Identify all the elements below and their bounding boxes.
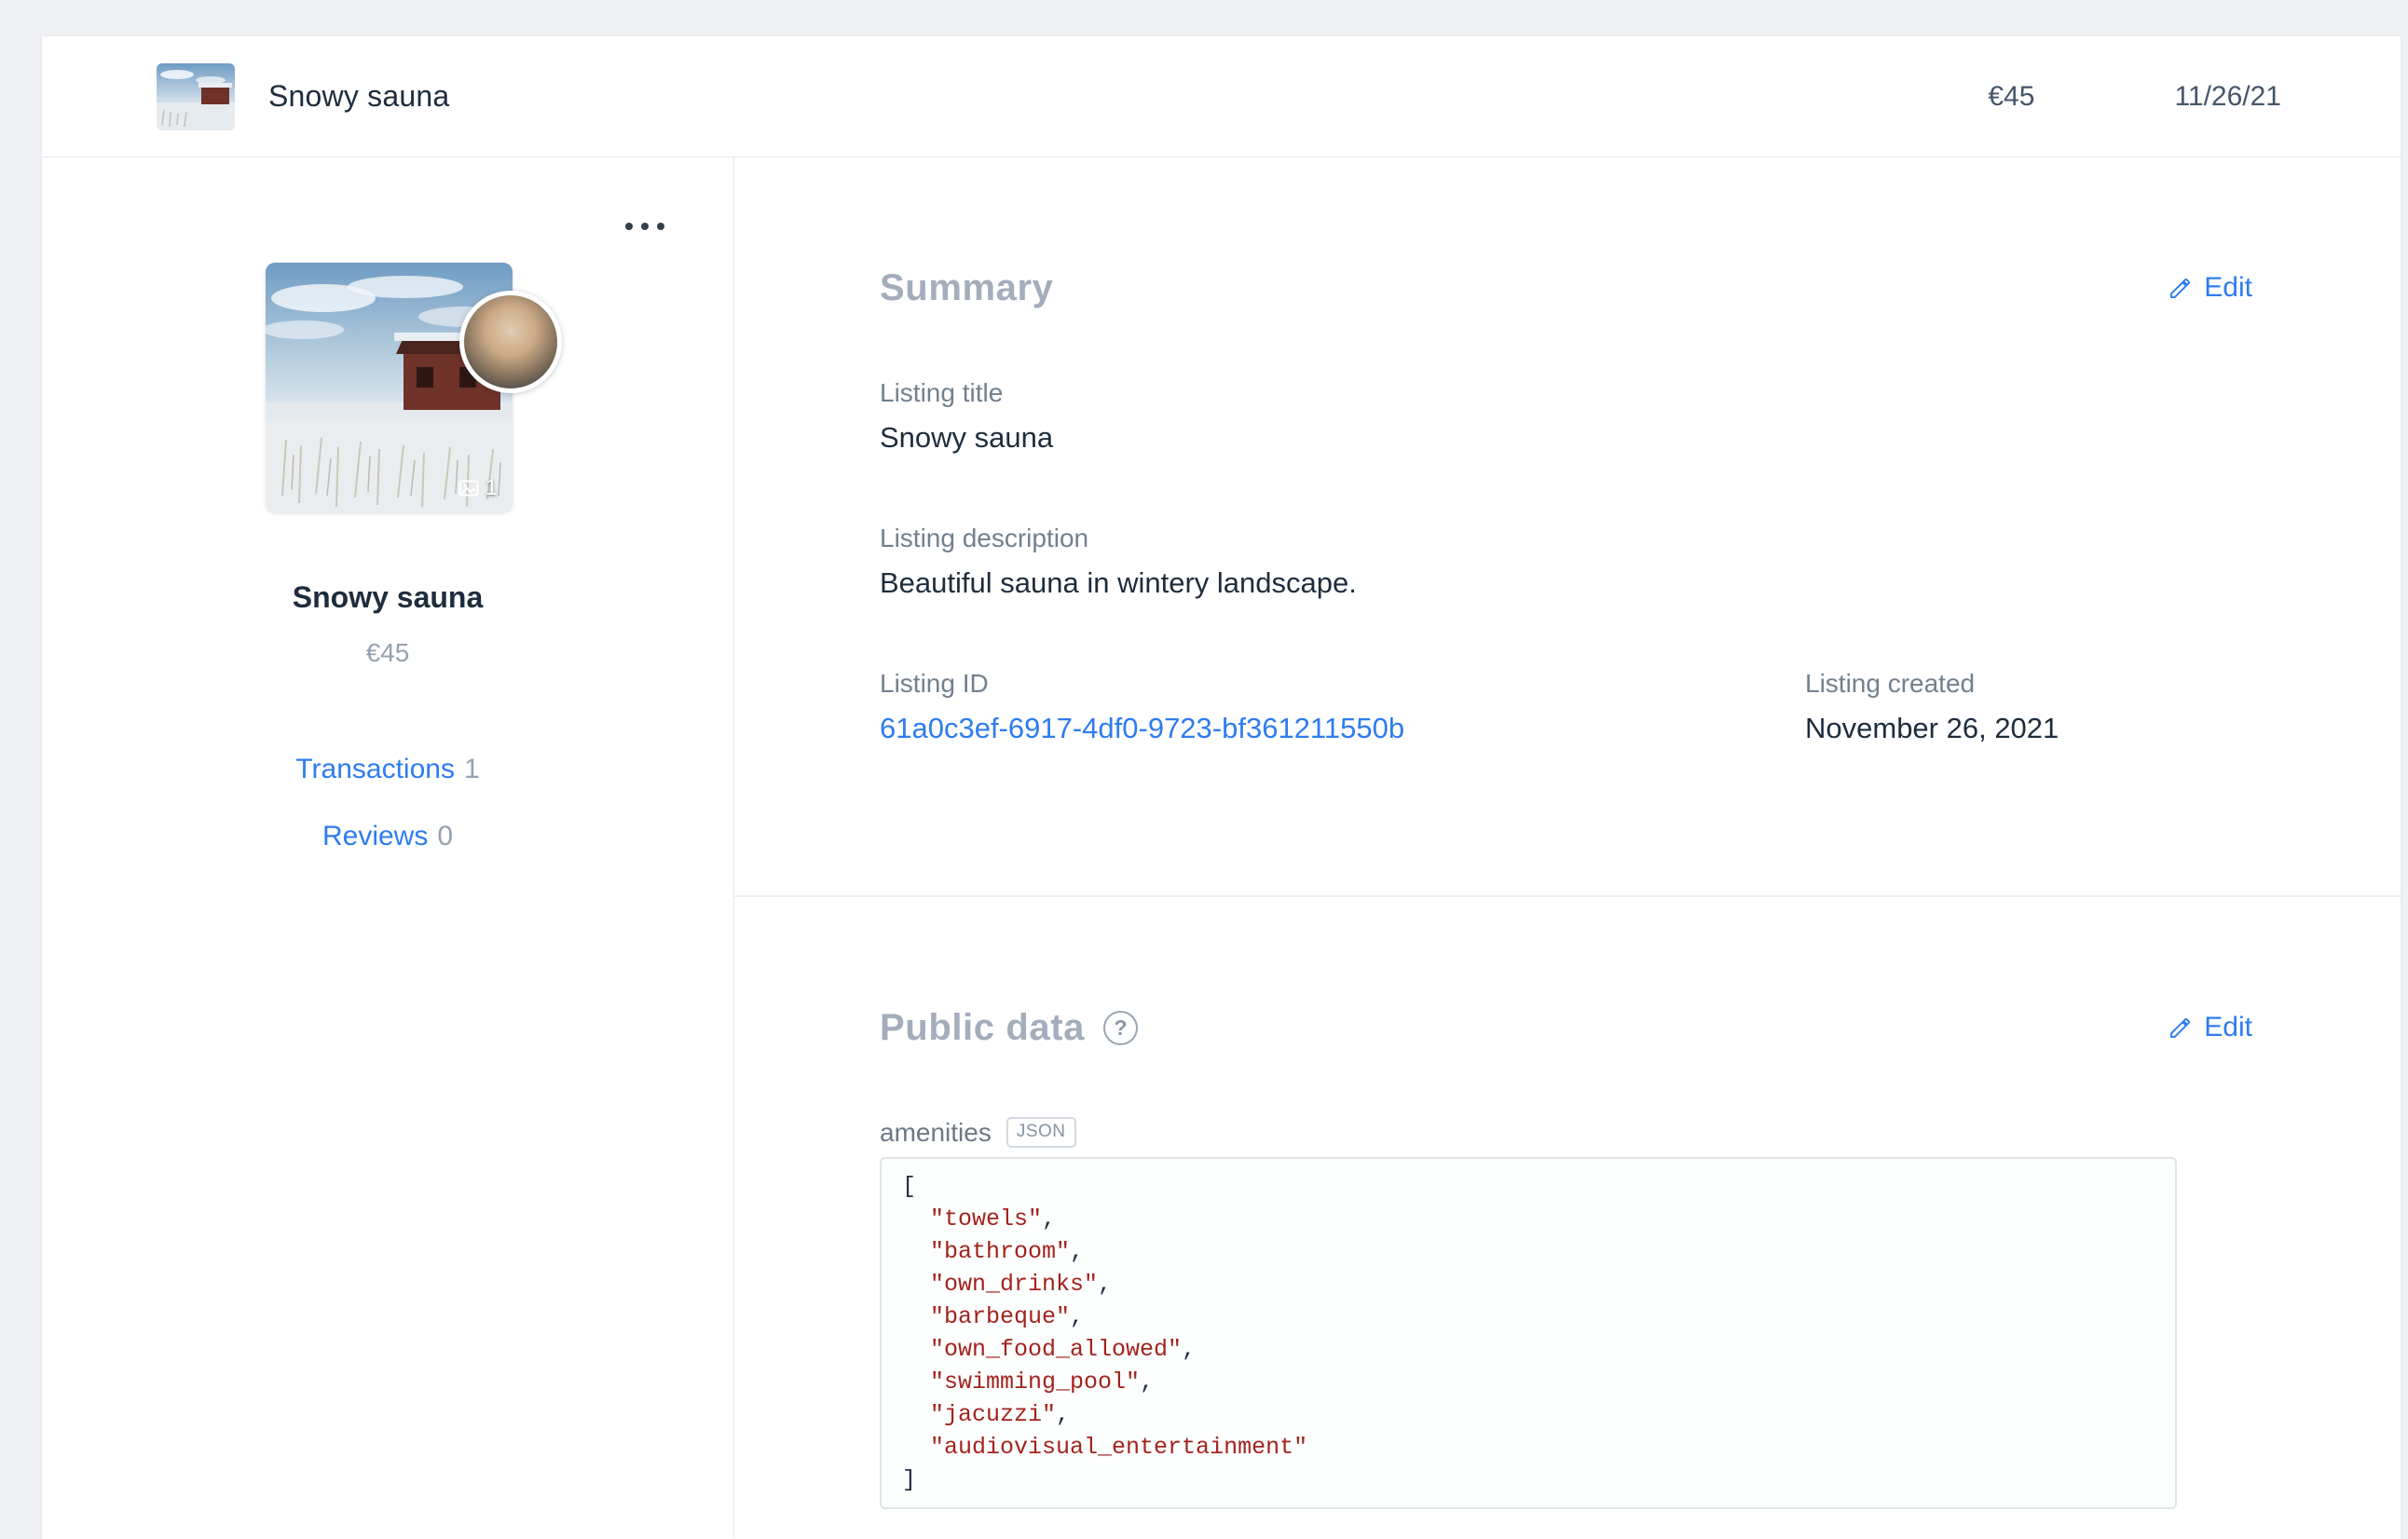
reviews-count: 0 [437,821,454,851]
image-count-icon [458,480,479,497]
help-icon[interactable]: ? [1102,1010,1138,1045]
field-value: Beautiful sauna in wintery landscape. [880,566,1357,599]
image-count-badge: 1 [458,475,498,501]
page-title: Snowy sauna [268,79,450,113]
header-date: 11/26/21 [2174,80,2281,112]
field-label: Listing description [880,524,1089,552]
field-label: Listing title [880,378,1004,407]
field-listing-description: Listing description Beautiful sauna in w… [880,523,2252,601]
listing-sidebar: 1 Snowy sauna €45 Transactions 1 Reviews 0 [42,157,734,1538]
ellipsis-dot [641,223,649,230]
field-value: November 26, 2021 [1805,712,2059,744]
pencil-icon [2170,278,2191,298]
reviews-row: Reviews 0 [42,821,733,852]
header-price: €45 [1988,80,2035,112]
amenities-field-label: amenities [880,1117,992,1147]
pencil-icon [2170,1017,2191,1038]
public-data-section: Public data ? Edit amenities JSON ["tow… [734,897,2401,1509]
summary-heading: Summary [880,267,1054,308]
field-listing-id: Listing ID 61a0c3ef-6917-4df0-9723-bf361… [880,668,1805,746]
listing-image-wrap: 1 [266,263,562,512]
public-data-edit-label: Edit [2204,1012,2252,1042]
field-value: Snowy sauna [880,421,1054,454]
json-format-badge: JSON [1006,1117,1076,1148]
transactions-count: 1 [463,754,480,784]
reviews-link[interactable]: Reviews [322,821,428,851]
field-listing-title: Listing title Snowy sauna [880,377,2252,456]
author-avatar[interactable] [459,291,562,393]
more-options-button[interactable] [618,215,672,238]
field-label: Listing created [1805,669,1976,698]
sidebar-listing-price: €45 [365,638,410,667]
public-data-heading: Public data [880,1007,1085,1048]
summary-edit-label: Edit [2204,272,2252,303]
ellipsis-dot [625,223,633,230]
summary-section: Summary Edit Listing title Snowy sauna L… [734,157,2401,895]
listing-id-link[interactable]: 61a0c3ef-6917-4df0-9723-bf361211550b [880,711,1805,746]
field-listing-created: Listing created November 26, 2021 [1805,668,2252,746]
listing-detail-card: Snowy sauna €45 11/26/21 1 Snowy sauna €… [42,36,2401,1539]
transactions-link[interactable]: Transactions [295,754,455,784]
page: Snowy sauna €45 11/26/21 1 Snowy sauna €… [0,0,2408,1539]
json-code-block: [ "towels", "bathroom", "own_drinks", "b… [880,1157,2177,1509]
sidebar-listing-title: Snowy sauna [292,580,484,614]
transactions-row: Transactions 1 [42,754,733,785]
listing-main-panel: Summary Edit Listing title Snowy sauna L… [734,157,2401,1538]
summary-edit-button[interactable]: Edit [2168,272,2252,304]
image-count: 1 [485,475,498,500]
public-data-edit-button[interactable]: Edit [2168,1012,2252,1043]
ellipsis-dot [657,223,664,230]
listing-header-row: Snowy sauna €45 11/26/21 [42,36,2401,157]
field-label: Listing ID [880,669,989,698]
field-row-id-created: Listing ID 61a0c3ef-6917-4df0-9723-bf361… [880,668,2252,746]
listing-thumbnail [157,62,235,130]
